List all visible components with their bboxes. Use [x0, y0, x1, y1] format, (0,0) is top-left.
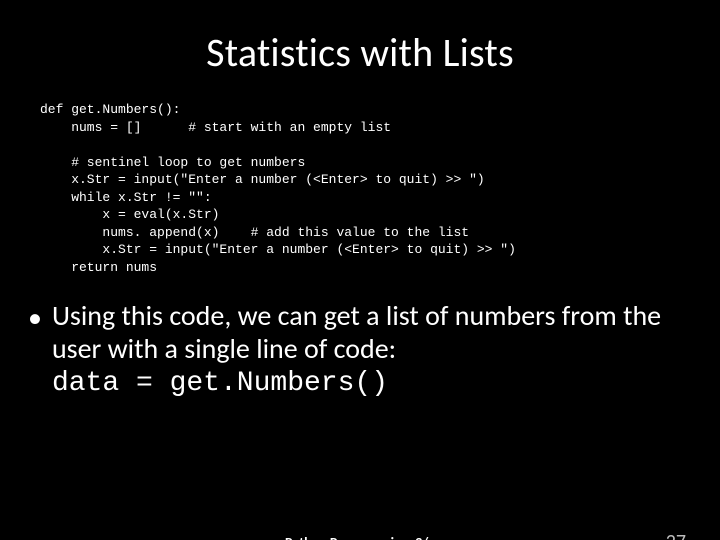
- bullet-text: Using this code, we can get a list of nu…: [52, 300, 690, 400]
- bullet-item: • Using this code, we can get a list of …: [28, 300, 690, 400]
- bullet-code-line: data = get.Numbers(): [52, 368, 388, 399]
- code-block: def get.Numbers(): nums = [] # start wit…: [40, 101, 690, 276]
- footer: Python Programming, 3/e 27: [0, 530, 720, 540]
- slide-title: Statistics with Lists: [0, 28, 720, 77]
- footer-center-text: Python Programming, 3/e: [0, 534, 720, 540]
- bullet-dot-icon: •: [28, 302, 42, 334]
- bullet-line-1: Using this code, we can get a list of nu…: [52, 298, 661, 365]
- slide: Statistics with Lists def get.Numbers():…: [0, 28, 720, 540]
